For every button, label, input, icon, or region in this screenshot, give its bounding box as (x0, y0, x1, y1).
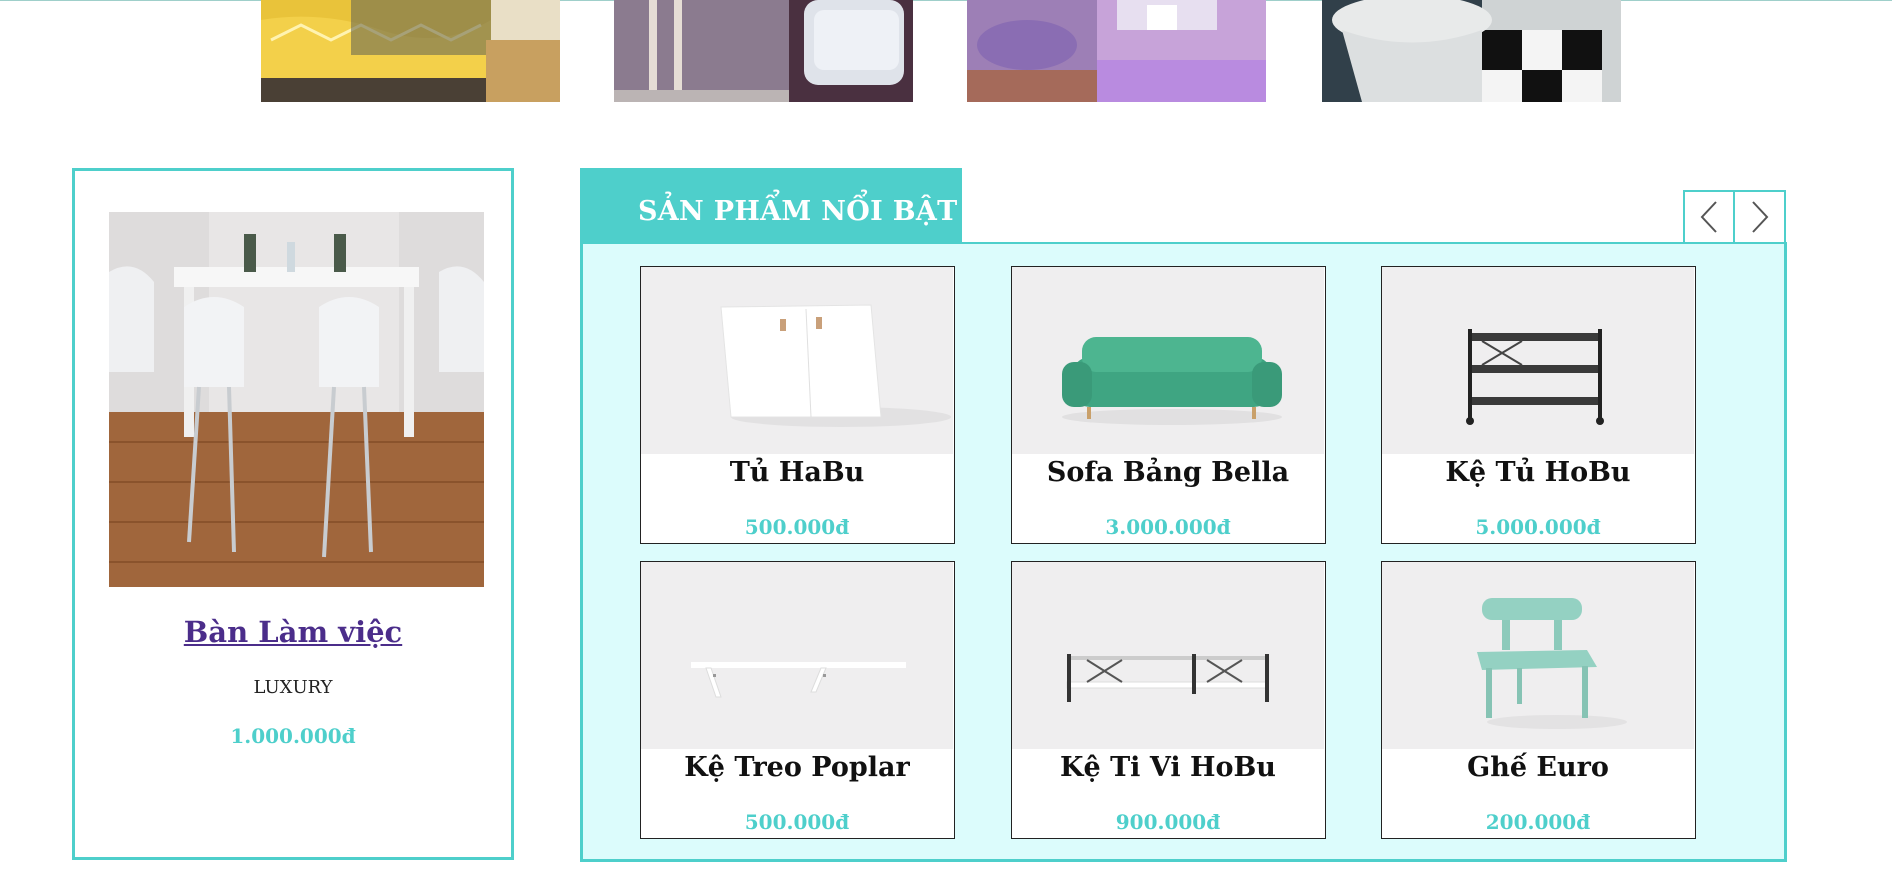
featured-product-subtitle: LUXURY (253, 677, 333, 698)
product-image[interactable] (1382, 562, 1694, 749)
product-card[interactable]: Tủ HaBu 500.000đ (640, 266, 955, 544)
product-price: 5.000.000đ (1475, 515, 1601, 539)
product-name[interactable]: Kệ Tủ HoBu (1382, 457, 1694, 488)
product-price: 3.000.000đ (1105, 515, 1231, 539)
carousel-prev-button[interactable] (1683, 190, 1735, 244)
featured-product-image[interactable] (109, 212, 484, 587)
featured-product-card[interactable]: Bàn Làm việc LUXURY 1.000.000đ (72, 168, 514, 860)
product-card[interactable]: Kệ Ti Vi HoBu 900.000đ (1011, 561, 1326, 839)
featured-products-heading-tab: SẢN PHẨM NỔI BẬT (580, 168, 962, 244)
category-bathroom-image[interactable] (1322, 0, 1621, 102)
chevron-left-icon (1699, 200, 1719, 234)
product-name[interactable]: Tủ HaBu (641, 457, 953, 488)
category-bedroom-image[interactable] (261, 0, 560, 102)
product-card[interactable]: Sofa Bảng Bella 3.000.000đ (1011, 266, 1326, 544)
product-price: 500.000đ (744, 810, 850, 834)
product-card[interactable]: Kệ Tủ HoBu 5.000.000đ (1381, 266, 1696, 544)
category-livingroom-image[interactable] (614, 0, 913, 102)
product-image[interactable] (641, 267, 953, 454)
product-price: 500.000đ (744, 515, 850, 539)
chevron-right-icon (1750, 200, 1770, 234)
featured-product-price: 1.000.000đ (230, 724, 356, 748)
product-image[interactable] (1012, 267, 1324, 454)
featured-products-heading: SẢN PHẨM NỔI BẬT (638, 196, 958, 227)
featured-product-title[interactable]: Bàn Làm việc (75, 615, 511, 649)
product-image[interactable] (641, 562, 953, 749)
product-card[interactable]: Kệ Treo Poplar 500.000đ (640, 561, 955, 839)
product-image[interactable] (1382, 267, 1694, 454)
product-card[interactable]: Ghế Euro 200.000đ (1381, 561, 1696, 839)
product-price: 900.000đ (1115, 810, 1221, 834)
category-kids-room-image[interactable] (967, 0, 1266, 102)
product-name[interactable]: Ghế Euro (1382, 752, 1694, 783)
product-name[interactable]: Sofa Bảng Bella (1012, 457, 1324, 488)
carousel-next-button[interactable] (1734, 190, 1786, 244)
product-image[interactable] (1012, 562, 1324, 749)
product-price: 200.000đ (1485, 810, 1591, 834)
product-name[interactable]: Kệ Treo Poplar (641, 752, 953, 783)
product-name[interactable]: Kệ Ti Vi HoBu (1012, 752, 1324, 783)
